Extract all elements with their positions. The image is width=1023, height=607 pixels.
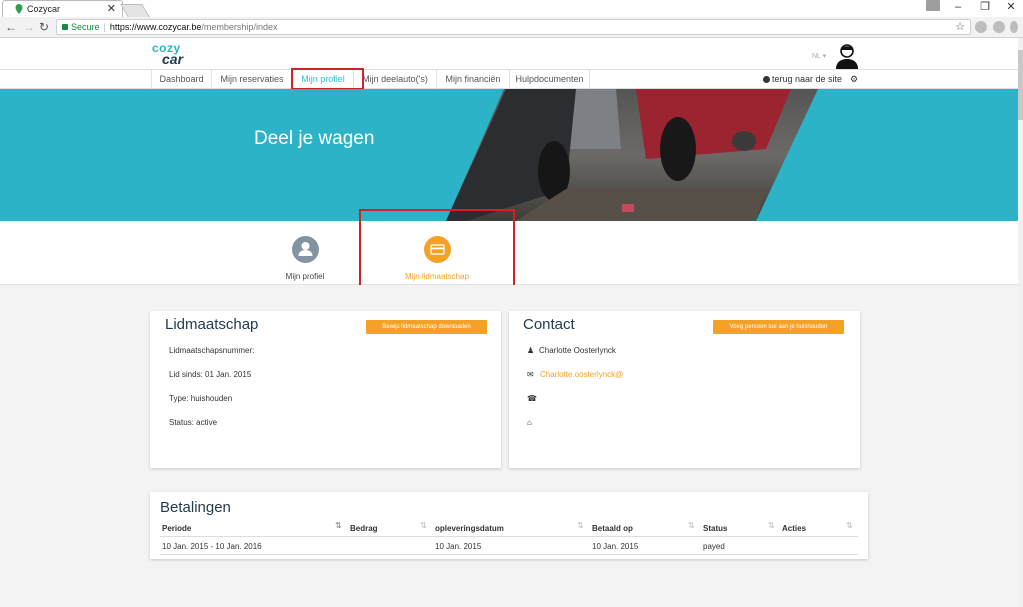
print-icon[interactable] [993,21,1005,33]
nav-deelautos[interactable]: Mijn deelauto('s) [353,70,436,89]
cell-betaald: 10 Jan. 2015 [592,542,639,551]
sort-icon[interactable]: ⇅ [846,521,853,530]
settings-icon[interactable]: ⚙ [850,74,858,85]
nav-hulpdocumenten[interactable]: Hulpdocumenten [509,70,590,89]
home-icon: ⌂ [527,418,532,427]
url-path: /membership/index [201,22,278,32]
lock-icon [62,24,68,30]
table-header-divider [160,536,858,537]
tab-mijn-profiel[interactable]: Mijn profiel [260,236,350,281]
cell-status: payed [703,542,725,551]
banner-title: Deel je wagen [254,128,375,149]
phone-icon: ☎ [527,394,537,403]
page-scrollbar[interactable] [1018,38,1023,607]
cell-periode: 10 Jan. 2015 - 10 Jan. 2016 [162,542,262,551]
sort-icon[interactable]: ⇅ [577,521,584,530]
scrollbar-thumb[interactable] [1018,50,1023,120]
sort-icon[interactable]: ⇅ [768,521,775,530]
back-to-site-link[interactable]: terug naar de site [763,74,842,84]
membership-number: Lidmaatschapsnummer: [169,346,255,355]
user-icon [291,236,319,263]
membership-title: Lidmaatschap [165,316,259,333]
extension-icon[interactable] [975,21,987,33]
nav-financien[interactable]: Mijn financiën [436,70,509,89]
menu-icon[interactable] [1010,21,1018,33]
user-avatar-icon[interactable] [834,42,860,69]
globe-icon [763,76,770,83]
sort-icon[interactable]: ⇅ [420,521,427,530]
reload-icon[interactable]: ↻ [39,19,49,35]
bookmark-star-icon[interactable]: ☆ [955,20,965,34]
cozycar-logo[interactable]: cozy car [152,42,183,66]
nav-reservaties[interactable]: Mijn reservaties [211,70,292,89]
membership-status: Status: active [169,418,218,427]
member-since: Lid sinds: 01 Jan. 2015 [169,370,252,379]
contact-title: Contact [523,316,575,333]
forward-icon[interactable]: → [23,19,35,35]
restore-icon[interactable]: ❐ [973,0,997,14]
person-icon: ♟ [527,346,535,355]
language-select[interactable]: NL ▾ [812,52,826,60]
table-row-divider [160,554,858,555]
col-acties[interactable]: Acties [782,524,806,533]
url-host: https://www.cozycar.be [109,22,202,32]
highlight-box-nav [291,68,364,90]
add-household-person-button[interactable]: Voeg persoon toe aan je huishouden [713,320,844,334]
site-header: cozy car NL ▾ [0,38,1023,70]
address-bar[interactable]: Secure | https://www.cozycar.be/membership… [56,19,971,35]
browser-tab[interactable]: Cozycar ✕ [2,0,123,17]
membership-type: Type: huishouden [169,394,233,403]
cell-oplevering: 10 Jan. 2015 [435,542,482,551]
highlight-box-tab [359,209,515,295]
street-photo [446,89,818,221]
envelope-icon: ✉ [527,370,534,379]
browser-toolbar: ← → ↻ Secure | https://www.cozycar.be/memb… [0,17,1023,38]
membership-card [150,311,501,468]
secure-label: Secure [71,22,100,32]
main-nav: Dashboard Mijn reservaties Mijn profiel … [0,70,1023,89]
browser-tabbar: Cozycar ✕ – ❐ ✕ [0,0,1023,17]
minimize-icon[interactable]: – [946,0,970,14]
tab-title: Cozycar [27,4,61,14]
browser-profile-icon[interactable] [926,0,940,11]
contact-email-link[interactable]: Charlotte.oosterlynck@ [540,370,623,379]
map-pin-icon [15,4,23,14]
new-tab-button[interactable] [120,4,150,17]
sort-icon[interactable]: ⇅ [335,521,342,530]
contact-card [509,311,860,468]
close-tab-icon[interactable]: ✕ [107,2,116,15]
col-status[interactable]: Status [703,524,727,533]
hero-banner: Deel je wagen [0,89,1023,221]
payments-title: Betalingen [160,499,231,516]
back-icon[interactable]: ← [5,19,17,35]
contact-name: Charlotte Oosterlynck [539,346,616,355]
nav-dashboard[interactable]: Dashboard [151,70,211,89]
col-bedrag[interactable]: Bedrag [350,524,378,533]
download-membership-button[interactable]: Bewijs lidmaatschap downloaden [366,320,487,334]
col-betaald-op[interactable]: Betaald op [592,524,633,533]
col-opleveringsdatum[interactable]: opleveringsdatum [435,524,504,533]
sort-icon[interactable]: ⇅ [688,521,695,530]
col-periode[interactable]: Periode [162,524,191,533]
window-close-icon[interactable]: ✕ [999,0,1023,14]
